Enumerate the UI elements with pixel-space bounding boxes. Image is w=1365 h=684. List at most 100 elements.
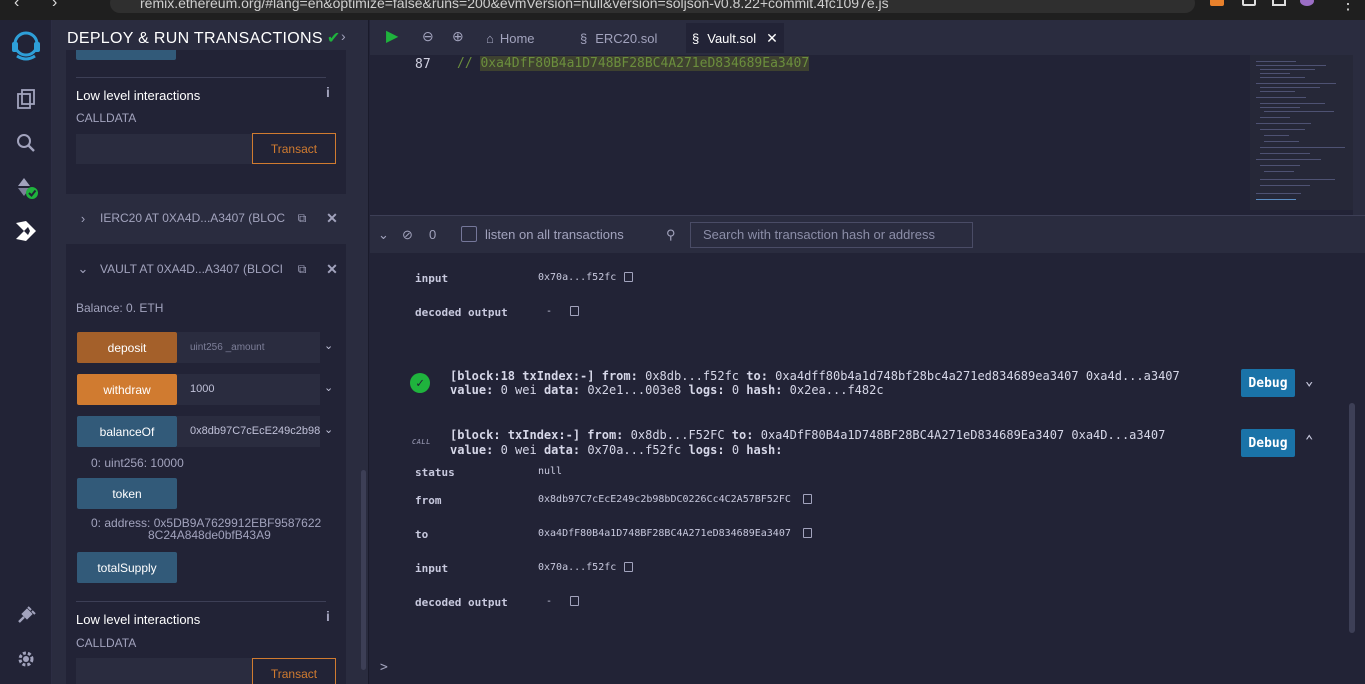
- zoom-in-icon[interactable]: ⊕: [452, 28, 464, 45]
- debug-button[interactable]: Debug: [1241, 429, 1295, 457]
- tab-label: Home: [499, 30, 535, 46]
- back-arrow-icon[interactable]: ‹: [14, 0, 19, 12]
- info-icon[interactable]: i: [326, 84, 330, 100]
- tx-search-input[interactable]: Search with transaction hash or address: [690, 222, 973, 248]
- chevron-down-icon[interactable]: ⌄: [324, 423, 336, 436]
- withdraw-button[interactable]: withdraw: [77, 374, 177, 405]
- copy-icon[interactable]: [802, 528, 812, 538]
- input-key: input: [415, 562, 449, 575]
- to-value: 0xa4DfF80B4a1D748BF28BC4A271eD834689Ea34…: [538, 528, 812, 539]
- forward-arrow-icon[interactable]: ›: [52, 0, 57, 12]
- extension-icon[interactable]: [1210, 0, 1224, 6]
- result-index: 0:: [91, 456, 102, 470]
- terminal: input 0x70a...f52fc decoded output - ✓ […: [370, 253, 1365, 684]
- low-level-title: Low level interactions: [76, 612, 201, 627]
- input-key: input: [415, 272, 449, 285]
- minimap[interactable]: [1250, 55, 1353, 210]
- decoded-output-value: -: [546, 306, 580, 317]
- close-tab-icon[interactable]: ✕: [766, 30, 778, 47]
- deploy-run-icon[interactable]: [13, 218, 39, 244]
- zoom-out-icon[interactable]: ⊖: [422, 28, 434, 45]
- settings-icon[interactable]: [13, 646, 39, 672]
- calldata-input[interactable]: [76, 134, 252, 164]
- copy-icon[interactable]: ⧉: [286, 262, 318, 277]
- remix-logo-icon[interactable]: [8, 28, 44, 64]
- chevron-down-icon[interactable]: ⌄: [324, 339, 336, 352]
- chevron-down-icon[interactable]: ⌄: [1305, 373, 1313, 389]
- profile-avatar[interactable]: [1300, 0, 1314, 6]
- home-icon: ⌂: [486, 30, 494, 46]
- close-icon[interactable]: ✕: [318, 210, 346, 227]
- totalsupply-button[interactable]: totalSupply: [77, 552, 177, 583]
- input-value: 0x70a...f52fc: [538, 272, 634, 283]
- window-icon[interactable]: [1272, 0, 1286, 6]
- chevron-down-icon[interactable]: ⌄: [324, 381, 336, 394]
- copy-icon[interactable]: [624, 272, 634, 282]
- debug-button[interactable]: Debug: [1241, 369, 1295, 397]
- copy-icon[interactable]: ⧉: [286, 211, 318, 226]
- status-key: status: [415, 466, 455, 479]
- solidity-compiler-icon[interactable]: [13, 174, 39, 200]
- tab-vault[interactable]: § Vault.sol ✕: [686, 23, 784, 53]
- copy-icon[interactable]: [802, 494, 812, 504]
- info-icon[interactable]: i: [326, 608, 330, 624]
- clear-console-icon[interactable]: ⊘: [402, 227, 413, 243]
- browser-toolbar: ‹ › remix.ethereum.org/#lang=en&optimize…: [0, 0, 1365, 20]
- chevron-down-icon[interactable]: ⌄: [66, 261, 100, 277]
- code-editor[interactable]: 87 // 0xa4DfF80B4a1D748BF28BC4A271eD8346…: [370, 55, 1365, 215]
- transact-button[interactable]: Transact: [252, 133, 336, 164]
- tx-summary-line2[interactable]: value: 0 wei data: 0x70a...f52fc logs: 0…: [450, 443, 782, 457]
- tx-summary-line1[interactable]: [block: txIndex:-] from: 0x8db...F52FC t…: [450, 428, 1165, 442]
- calldata-label: CALLDATA: [76, 636, 137, 650]
- deposit-amount-input[interactable]: uint256 _amount: [177, 332, 320, 363]
- line-number: 87: [415, 57, 431, 72]
- to-key: to: [415, 528, 429, 541]
- plugin-manager-icon[interactable]: [13, 602, 39, 628]
- file-explorer-icon[interactable]: [13, 86, 39, 112]
- contract-instance-ierc20[interactable]: › IERC20 AT 0XA4D...A3407 (BLOC ⧉ ✕: [66, 201, 346, 235]
- terminal-scrollbar[interactable]: [1349, 403, 1355, 633]
- menu-dots-icon[interactable]: ⋮: [1340, 0, 1356, 14]
- token-button[interactable]: token: [77, 478, 177, 509]
- copy-icon[interactable]: [570, 596, 580, 606]
- chevron-up-icon[interactable]: ⌃: [1305, 433, 1313, 449]
- balanceof-button[interactable]: balanceOf: [77, 416, 177, 447]
- pending-tx-count: 0: [429, 227, 437, 242]
- calldata-input[interactable]: [76, 658, 252, 684]
- chevron-right-icon[interactable]: ›: [66, 211, 100, 226]
- contract-name: VAULT AT 0XA4D...A3407 (BLOCI: [100, 262, 283, 276]
- panel-header: DEPLOY & RUN TRANSACTIONS ✔: [67, 28, 341, 48]
- copy-icon[interactable]: [624, 562, 634, 572]
- side-panel-scrollbar[interactable]: [361, 470, 366, 670]
- icon-panel: [0, 20, 52, 684]
- tx-summary-line2[interactable]: value: 0 wei data: 0x2e1...003e8 logs: 0…: [450, 383, 884, 397]
- puzzle-icon[interactable]: [1242, 0, 1256, 6]
- run-play-icon[interactable]: ▶: [386, 26, 398, 46]
- code-line[interactable]: // 0xa4DfF80B4a1D748BF28BC4A271eD834689E…: [457, 56, 810, 71]
- deposit-button[interactable]: deposit: [77, 332, 177, 363]
- tx-summary-line1[interactable]: [block:18 txIndex:-] from: 0x8db...f52fc…: [450, 369, 1180, 383]
- collapse-terminal-icon[interactable]: ⌄: [378, 227, 389, 243]
- balanceof-address-input[interactable]: 0x8db97C7cEcE249c2b98: [177, 416, 320, 447]
- contract-instance-vault[interactable]: ⌄ VAULT AT 0XA4D...A3407 (BLOCI ⧉ ✕: [66, 252, 346, 286]
- balance-text: Balance: 0. ETH: [76, 301, 164, 315]
- status-value: null: [538, 466, 563, 477]
- search-icon: ⚲: [666, 227, 676, 242]
- editor-scrollbar[interactable]: [1353, 55, 1365, 215]
- search-icon[interactable]: [13, 130, 39, 156]
- deploy-run-panel: DEPLOY & RUN TRANSACTIONS ✔ › Low level i…: [52, 20, 369, 684]
- highlighted-address: 0xa4DfF80B4a1D748BF28BC4A271eD834689Ea34…: [480, 56, 810, 71]
- solidity-file-icon: §: [580, 30, 588, 46]
- listen-checkbox[interactable]: [461, 226, 477, 242]
- panel-title: DEPLOY & RUN TRANSACTIONS: [67, 30, 323, 47]
- close-icon[interactable]: ✕: [318, 261, 346, 278]
- console-prompt[interactable]: >: [380, 660, 388, 675]
- copy-icon[interactable]: [570, 306, 580, 316]
- tab-erc20[interactable]: § ERC20.sol: [580, 23, 657, 53]
- withdraw-amount-input[interactable]: 1000: [177, 374, 320, 405]
- transact-button[interactable]: Transact: [252, 658, 336, 684]
- address-bar[interactable]: remix.ethereum.org/#lang=en&optimize=fal…: [110, 0, 1195, 13]
- chevron-right-icon[interactable]: ›: [341, 28, 346, 44]
- tab-home[interactable]: ⌂ Home: [486, 23, 535, 53]
- cut-off-button[interactable]: [76, 50, 176, 60]
